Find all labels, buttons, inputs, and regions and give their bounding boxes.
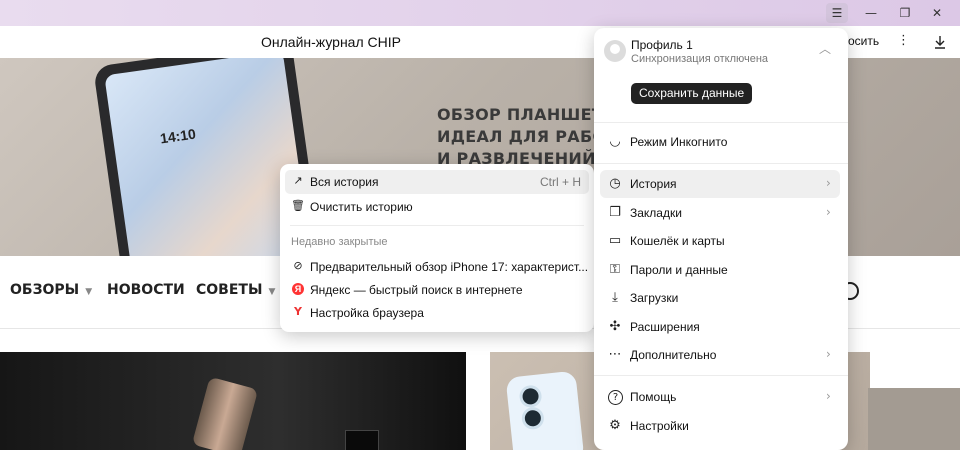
sync-status: Синхронизация отключена xyxy=(631,53,769,65)
browser-menu-button[interactable]: ☰ xyxy=(826,3,848,23)
download-icon xyxy=(935,36,945,49)
open-external-icon: ↗ xyxy=(293,174,303,187)
menu-item-settings[interactable]: ⚙ Настройки xyxy=(600,412,840,440)
menu-item-more[interactable]: ⋯ Дополнительно › xyxy=(600,341,840,369)
divider xyxy=(594,163,848,164)
menu-item-extensions[interactable]: ✣ Расширения xyxy=(600,313,840,341)
help-icon: ? xyxy=(608,390,623,405)
window-titlebar: ☰ — ❐ ✕ xyxy=(0,0,960,26)
submenu-clear-history[interactable]: 🗑 Очистить историю xyxy=(285,195,589,219)
chevron-down-icon: ▼ xyxy=(85,287,93,297)
product-image xyxy=(505,370,585,450)
submenu-all-history[interactable]: ↗ Вся история Ctrl + H xyxy=(285,170,589,194)
history-icon: ◷ xyxy=(609,176,621,191)
divider xyxy=(594,122,848,123)
page-title: Онлайн-журнал CHIP xyxy=(261,34,401,50)
menu-item-incognito[interactable]: ◡ Режим Инкогнито xyxy=(600,128,840,156)
nav-tips[interactable]: СОВЕТЫ ▼ xyxy=(196,282,275,298)
trash-icon: 🗑 xyxy=(291,199,305,212)
hamburger-icon: ☰ xyxy=(831,6,843,20)
article-card-partial[interactable] xyxy=(868,388,960,450)
menu-item-downloads[interactable]: ⤓ Загрузки xyxy=(600,284,840,312)
more-vertical-icon: ⋮ xyxy=(897,33,910,48)
recently-closed-heading: Недавно закрытые xyxy=(291,236,388,248)
profile-name[interactable]: Профиль 1 xyxy=(631,38,693,52)
minimize-icon: — xyxy=(865,6,877,20)
chevron-right-icon: › xyxy=(826,347,831,361)
chevron-right-icon: › xyxy=(826,389,831,403)
close-icon: ✕ xyxy=(931,6,943,20)
menu-item-passwords[interactable]: ⚿ Пароли и данные xyxy=(600,256,840,284)
divider xyxy=(290,225,584,226)
avatar[interactable] xyxy=(604,40,626,62)
wallet-icon: ▭ xyxy=(608,233,622,248)
partial-toolbar-button[interactable]: осить xyxy=(848,34,879,48)
browser-main-menu: Профиль 1 Синхронизация отключена ︿ Сохр… xyxy=(594,28,848,450)
more-options-button[interactable]: ⋮ xyxy=(897,33,910,48)
chevron-up-icon[interactable]: ︿ xyxy=(819,40,831,57)
minimize-button[interactable]: — xyxy=(860,3,882,23)
extensions-icon: ✣ xyxy=(609,319,621,334)
chevron-right-icon: › xyxy=(826,176,831,190)
recent-item[interactable]: Я Яндекс — быстрый поиск в интернете xyxy=(285,278,589,302)
downloads-button[interactable] xyxy=(932,34,948,50)
history-submenu: ↗ Вся история Ctrl + H 🗑 Очистить истори… xyxy=(280,164,594,332)
menu-item-wallet[interactable]: ▭ Кошелёк и карты xyxy=(600,227,840,255)
bookmarks-icon: ❐ xyxy=(609,205,621,220)
product-image xyxy=(191,376,259,450)
article-card-vacuum[interactable] xyxy=(0,352,466,450)
menu-item-history[interactable]: ◷ История › xyxy=(600,170,840,198)
yandex-search-icon: Я xyxy=(291,282,305,296)
passwords-icon: ⚿ xyxy=(610,262,620,277)
more-icon: ⋯ xyxy=(608,347,622,362)
incognito-icon: ◡ xyxy=(609,134,621,149)
recent-item[interactable]: Y Настройка браузера xyxy=(285,301,589,325)
restore-button[interactable]: ❐ xyxy=(894,3,916,23)
downloads-icon: ⤓ xyxy=(612,290,618,305)
divider xyxy=(594,375,848,376)
recent-item[interactable]: ⊘ Предварительный обзор iPhone 17: харак… xyxy=(285,255,589,279)
nav-news[interactable]: НОВОСТИ xyxy=(107,282,185,298)
menu-item-help[interactable]: ? Помощь › xyxy=(600,383,840,411)
chevron-right-icon: › xyxy=(826,205,831,219)
restore-icon: ❐ xyxy=(899,6,911,20)
close-window-button[interactable]: ✕ xyxy=(926,3,948,23)
shortcut-hint: Ctrl + H xyxy=(539,175,581,189)
yandex-browser-icon: Y xyxy=(294,305,302,318)
nav-reviews[interactable]: ОБЗОРЫ ▼ xyxy=(10,282,92,298)
site-favicon-icon: ⊘ xyxy=(293,259,303,272)
menu-item-bookmarks[interactable]: ❐ Закладки › xyxy=(600,199,840,227)
settings-icon: ⚙ xyxy=(609,418,621,433)
chevron-down-icon: ▼ xyxy=(268,287,276,297)
save-data-button[interactable]: Сохранить данные xyxy=(631,83,753,104)
